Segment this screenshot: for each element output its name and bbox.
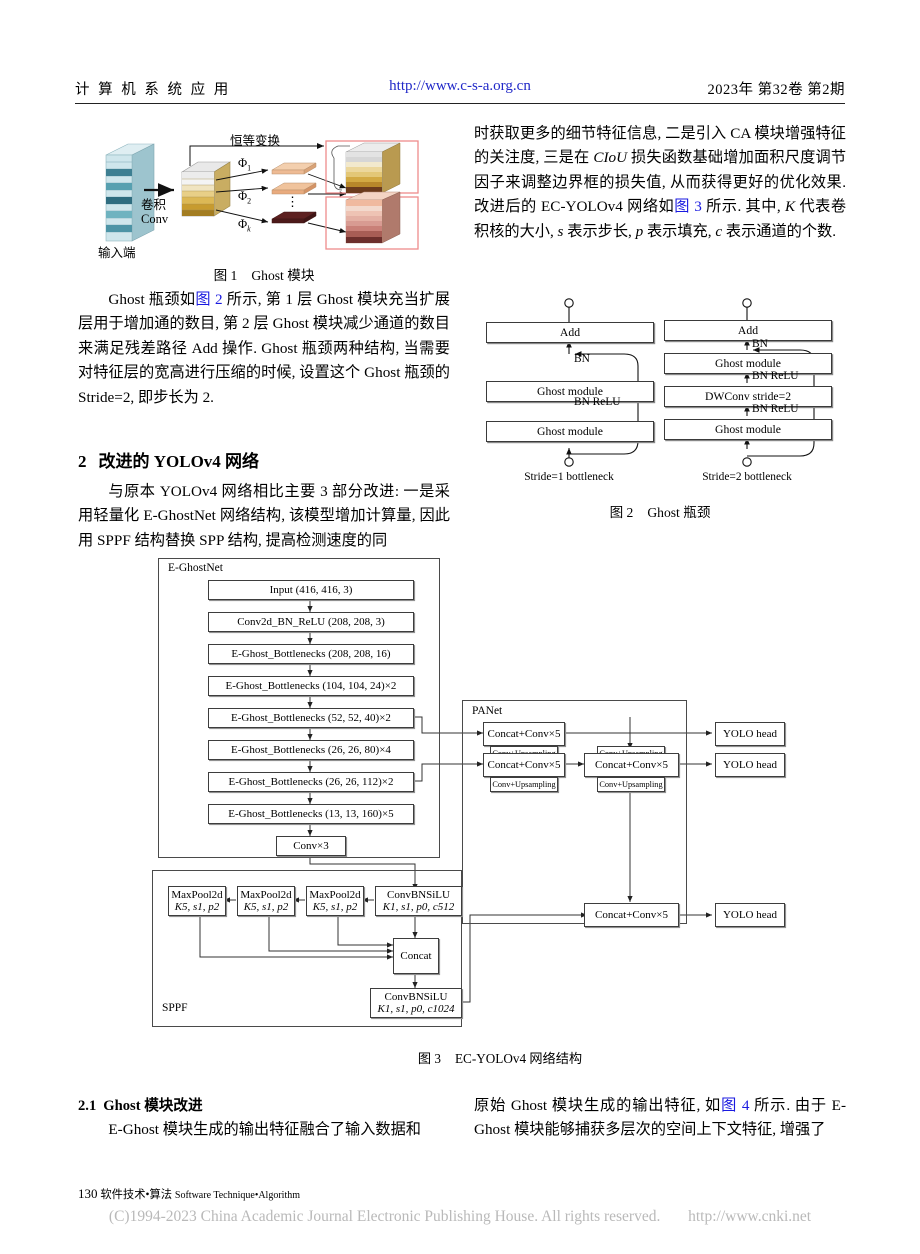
figure-1-ghost-module: 输入端 卷积 Conv 恒等变换 Φ1 Φ2 Φk ⋮ 图 1 Ghost 模块 [78, 122, 450, 283]
group-label-panet: PANet [472, 705, 503, 717]
f2-right-node-ghost-2: Ghost module [664, 419, 832, 440]
panet-node-concat-conv5-3: Concat+Conv×5 [584, 753, 679, 777]
group-label-e-ghostnet: E-GhostNet [168, 562, 223, 574]
section-2-1-block: 2.1 Ghost 模块改进 E-Ghost 模块生成的输出特征融合了输入数据和 [78, 1094, 450, 1143]
heading-level-3: 2.1 Ghost 模块改进 [78, 1098, 203, 1114]
figure-ref-link[interactable]: 图 4 [721, 1097, 749, 1114]
yolo-head-1: YOLO head [715, 722, 785, 746]
page-footer: 130 软件技术•算法 Software Technique•Algorithm [78, 1186, 300, 1202]
f2-right-edge-bn: BN [752, 338, 768, 350]
figure-ref-link[interactable]: 图 3 [674, 198, 702, 215]
paragraph: Ghost 瓶颈如图 2 所示, 第 1 层 Ghost 模块充当扩展层用于增加… [78, 291, 450, 406]
backbone-node-bottleneck-52: E-Ghost_Bottlenecks (52, 52, 40)×2 [208, 708, 414, 728]
sppf-node-conv-c1024: ConvBNSiLU K1, s1, p0, c1024 [370, 988, 462, 1018]
paragraph: 原始 Ghost 模块生成的输出特征, 如图 4 所示. 由于 E-Ghost … [474, 1097, 847, 1139]
f2-left-edge-bn: BN [574, 353, 590, 365]
figure-2-ghost-bottleneck: Add Ghost module Ghost module BN BN ReLU… [474, 288, 846, 520]
panet-node-upsample-b: Conv+Upsampling [490, 777, 558, 792]
cnki-url: http://www.cnki.net [688, 1208, 812, 1225]
figure-2-caption: 图 2 Ghost 瓶颈 [609, 505, 711, 520]
output-stack-upper [331, 142, 401, 194]
figure1-label-conv-en: Conv [141, 212, 169, 226]
f2-left-node-ghost-2: Ghost module [486, 421, 654, 442]
sppf-node-concat: Concat [393, 938, 439, 974]
running-head: 计 算 机 系 统 应 用 http://www.c-s-a.org.cn 20… [75, 78, 845, 102]
f2-left-edge-bnrelu: BN ReLU [574, 396, 621, 408]
left-column-paragraph-1: Ghost 瓶颈如图 2 所示, 第 1 层 Ghost 模块充当扩展层用于增加… [78, 288, 450, 410]
header-rule [75, 103, 845, 104]
yolo-head-2: YOLO head [715, 753, 785, 777]
left-column-paragraph-2: 与原本 YOLOv4 网络相比主要 3 部分改进: 一是采用轻量化 E-Ghos… [78, 480, 450, 553]
figure-1-caption: 图 1 Ghost 模块 [213, 268, 315, 283]
f2-right-node-add: Add [664, 320, 832, 341]
f2-right-edge-bnrelu-1: BN ReLU [752, 370, 799, 382]
panet-node-concat-conv5-1: Concat+Conv×5 [483, 722, 565, 746]
f2-left-title: Stride=1 bottleneck [524, 471, 614, 483]
sppf-node-conv-c512: ConvBNSiLU K1, s1, p0, c512 [375, 886, 462, 916]
backbone-node-bottleneck-26-112: E-Ghost_Bottlenecks (26, 26, 112)×2 [208, 772, 414, 792]
journal-url[interactable]: http://www.c-s-a.org.cn [389, 78, 531, 95]
figure-ref-link[interactable]: 图 2 [195, 291, 222, 308]
figure-3-ec-yolov4-architecture: E-GhostNet PANet SPPF Input (416, 416, 3… [150, 550, 850, 1066]
output-stack-lower [345, 191, 401, 244]
journal-name-cn: 计 算 机 系 统 应 用 [75, 82, 231, 98]
figure1-label-phi2: Φ2 [238, 189, 252, 206]
panet-node-upsample-d: Conv+Upsampling [597, 777, 665, 792]
figure-3-caption: 图 3 EC-YOLOv4 网络结构 [417, 1051, 583, 1066]
paragraph: E-Ghost 模块生成的输出特征融合了输入数据和 [108, 1121, 421, 1139]
backbone-node-conv-x3: Conv×3 [276, 836, 346, 856]
backbone-node-input: Input (416, 416, 3) [208, 580, 414, 600]
footer-section-en: Software Technique•Algorithm [174, 1190, 300, 1201]
conv-output-stack [180, 161, 232, 217]
backbone-node-bottleneck-26-80: E-Ghost_Bottlenecks (26, 26, 80)×4 [208, 740, 414, 760]
heading-level-2: 2 改进的 YOLOv4 网络 [78, 452, 260, 471]
paragraph: 与原本 YOLOv4 网络相比主要 3 部分改进: 一是采用轻量化 E-Ghos… [78, 483, 450, 549]
sppf-node-maxpool-1: MaxPool2d K5, s1, p2 [168, 886, 226, 916]
issue-info: 2023年 第32卷 第2期 [707, 82, 845, 98]
page-number: 130 [78, 1186, 98, 1201]
ghost-slab-k [271, 211, 317, 224]
page-canvas: 计 算 机 系 统 应 用 http://www.c-s-a.org.cn 20… [0, 0, 920, 1254]
panet-node-concat-conv5-4: Concat+Conv×5 [584, 903, 679, 927]
sppf-node-maxpool-2: MaxPool2d K5, s1, p2 [237, 886, 295, 916]
yolo-head-3: YOLO head [715, 903, 785, 927]
figure1-label-dots: ⋮ [286, 194, 299, 209]
figure1-label-conv-cn: 卷积 [141, 198, 167, 212]
ghost-slab-2 [271, 182, 317, 195]
paragraph: 时获取更多的细节特征信息, 二是引入 CA 模块增强特征的关注度, 三是在 CI… [474, 125, 847, 240]
f2-right-edge-bnrelu-2: BN ReLU [752, 403, 799, 415]
figure1-label-input: 输入端 [98, 246, 136, 260]
copyright-watermark: (C)1994-2023 China Academic Journal Elec… [0, 1208, 920, 1226]
backbone-node-bottleneck-208: E-Ghost_Bottlenecks (208, 208, 16) [208, 644, 414, 664]
right-column-paragraph-1: 时获取更多的细节特征信息, 二是引入 CA 模块增强特征的关注度, 三是在 CI… [474, 122, 846, 244]
copyright-text: (C)1994-2023 China Academic Journal Elec… [108, 1208, 661, 1225]
section-2-1-right-text: 原始 Ghost 模块生成的输出特征, 如图 4 所示. 由于 E-Ghost … [474, 1094, 846, 1143]
figure1-label-phik: Φk [238, 217, 251, 234]
figure1-label-phi1: Φ1 [238, 156, 252, 173]
section-2-heading: 2 改进的 YOLOv4 网络 [78, 450, 450, 474]
ghost-slab-1 [271, 162, 317, 175]
backbone-node-bottleneck-13: E-Ghost_Bottlenecks (13, 13, 160)×5 [208, 804, 414, 824]
f2-left-node-add: Add [486, 322, 654, 343]
f2-left-node-ghost-1: Ghost module [486, 381, 654, 402]
f2-right-node-ghost-1: Ghost module [664, 353, 832, 374]
sppf-node-maxpool-3: MaxPool2d K5, s1, p2 [306, 886, 364, 916]
footer-section-cn: 软件技术•算法 [100, 1189, 173, 1201]
backbone-node-conv2d-bn-relu: Conv2d_BN_ReLU (208, 208, 3) [208, 612, 414, 632]
f2-right-node-dwconv: DWConv stride=2 [664, 386, 832, 407]
panet-node-concat-conv5-2: Concat+Conv×5 [483, 753, 565, 777]
f2-right-title: Stride=2 bottleneck [702, 471, 792, 483]
group-label-sppf: SPPF [162, 1002, 188, 1014]
backbone-node-bottleneck-104: E-Ghost_Bottlenecks (104, 104, 24)×2 [208, 676, 414, 696]
figure1-label-identity: 恒等变换 [230, 134, 281, 148]
